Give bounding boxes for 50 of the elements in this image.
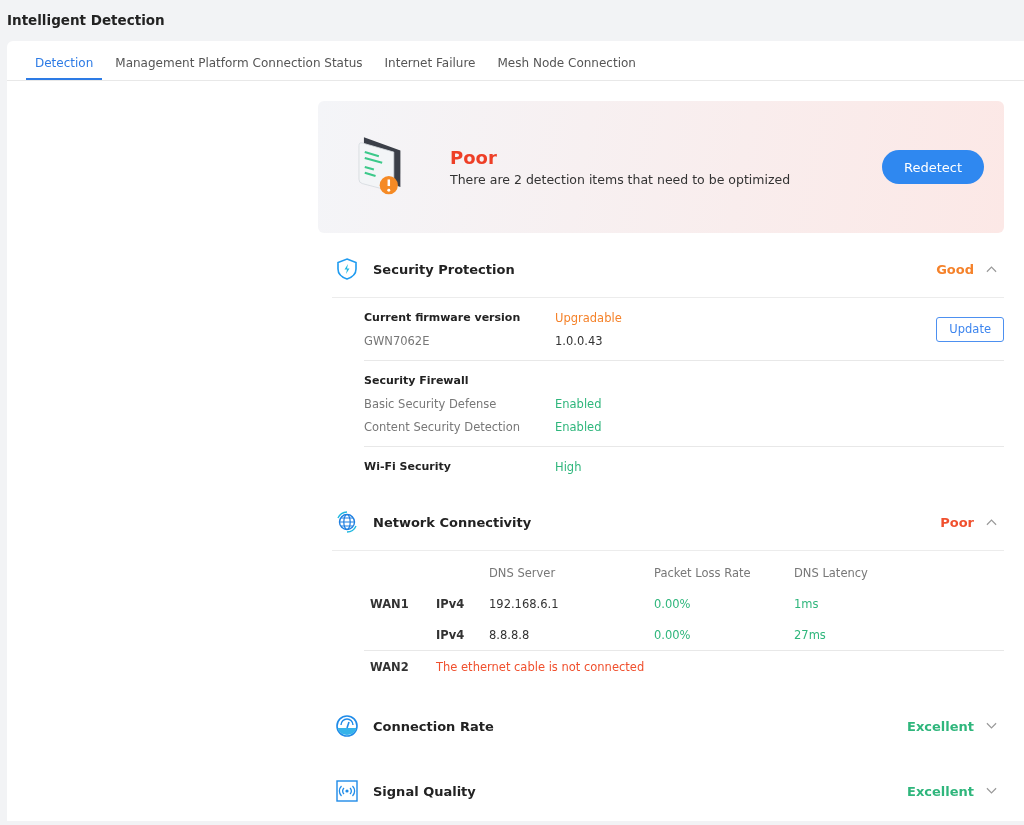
item-label: Content Security Detection [364, 419, 522, 434]
shield-icon [335, 257, 359, 281]
item-label: GWN7062E [364, 333, 431, 348]
item-value: High [555, 459, 582, 474]
protocol-cell-text: IPv4 [436, 627, 466, 642]
protocol-cell-text: IPv4 [436, 596, 466, 611]
packet-loss-cell-text: 0.00% [654, 596, 692, 611]
latency-cell-text: 27ms [794, 627, 827, 642]
column-header: DNS Server [489, 565, 557, 580]
tab[interactable]: Mesh Node Connection [488, 47, 645, 80]
section-rating: Poor [940, 514, 974, 530]
update-button[interactable]: Update [936, 316, 1004, 342]
item-label: Security Firewall [364, 374, 470, 387]
section-rating: Excellent [907, 718, 974, 734]
dns-server-cell-text: 192.168.6.1 [489, 596, 560, 611]
section-rating: Excellent [907, 783, 974, 799]
item-label: Basic Security Defense [364, 396, 498, 411]
section-rating: Good [936, 261, 974, 277]
section-title: Connection Rate [373, 718, 495, 734]
packet-loss-cell-text: 0.00% [654, 627, 692, 642]
item-value: 1.0.0.43 [555, 333, 603, 348]
section-title: Signal Quality [373, 783, 477, 799]
item-value: Enabled [555, 396, 602, 411]
tab[interactable]: Internet Failure [375, 47, 485, 80]
item-label: Current firmware version [364, 311, 522, 324]
column-header: Packet Loss Rate [654, 565, 752, 580]
wan-label: WAN1 [370, 596, 409, 611]
redetect-button[interactable]: Redetect [881, 150, 984, 184]
item-value: Enabled [555, 419, 602, 434]
collapse-chevron-icon[interactable] [986, 265, 997, 273]
expand-chevron-icon[interactable] [986, 722, 997, 730]
globe-icon [335, 510, 359, 534]
section-title: Security Protection [373, 261, 516, 277]
expand-chevron-icon[interactable] [986, 787, 997, 795]
page-title: Intelligent Detection [6, 11, 166, 30]
signal-icon [335, 779, 359, 803]
item-label: Wi-Fi Security [364, 460, 452, 473]
section-title: Network Connectivity [373, 514, 533, 530]
gauge-icon [335, 714, 359, 738]
tab[interactable]: Management Platform Connection Status [106, 47, 372, 80]
detection-status: Poor [450, 147, 498, 168]
dns-server-cell-text: 8.8.8.8 [489, 627, 531, 642]
tab[interactable]: Detection [26, 47, 103, 80]
collapse-chevron-icon[interactable] [986, 518, 997, 526]
item-value: Upgradable [555, 310, 622, 325]
column-header: DNS Latency [794, 565, 869, 580]
wan-label: WAN2 [370, 659, 409, 674]
detection-message: There are 2 detection items that need to be optimized [450, 172, 792, 187]
latency-cell-text: 1ms [794, 596, 820, 611]
error-message: The ethernet cable is not connected [436, 659, 645, 674]
